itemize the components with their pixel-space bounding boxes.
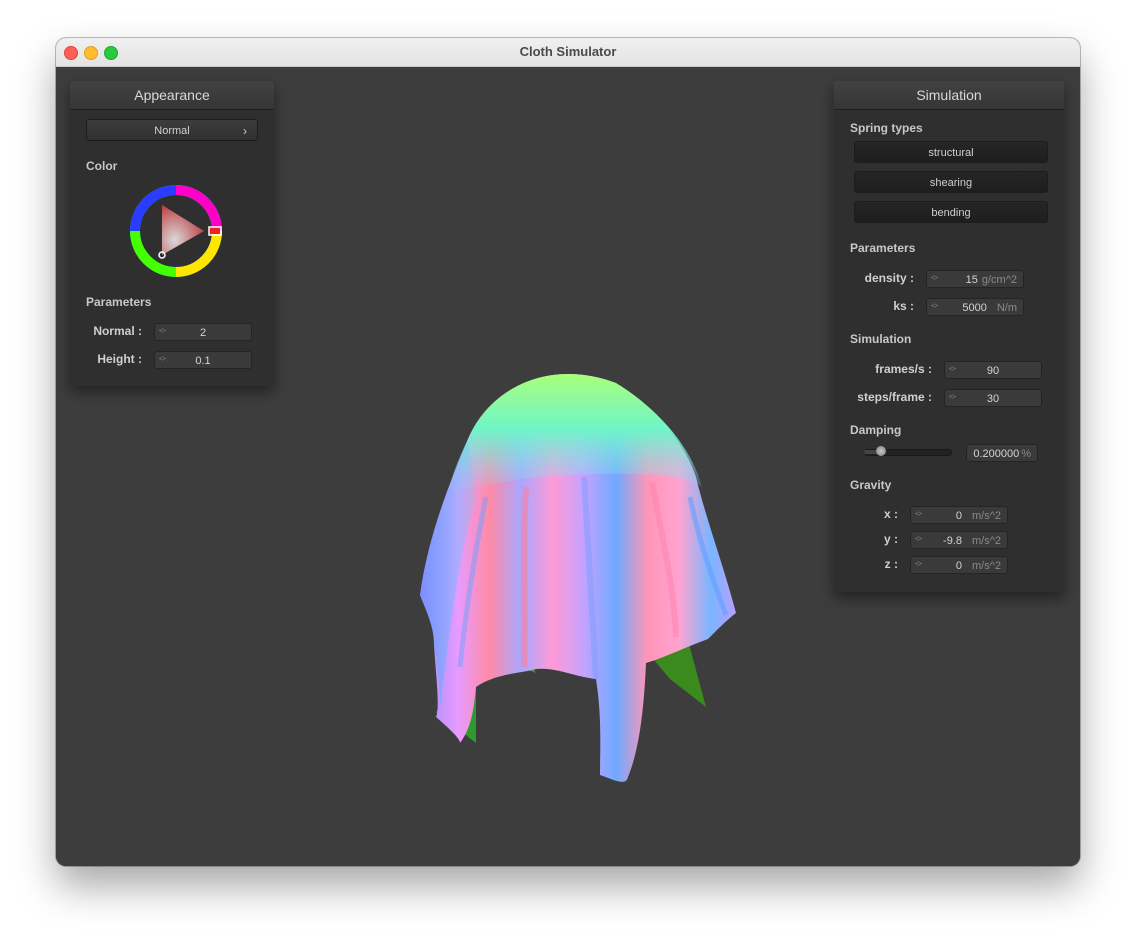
gravity-y-input[interactable]: ︿ ﹀ -9.8 m/s^2 <box>910 531 1008 549</box>
normal-input[interactable]: ︿ ﹀ 2 <box>154 323 252 341</box>
spring-types-label: Spring types <box>850 121 923 135</box>
gravity-z-unit: m/s^2 <box>972 560 1001 572</box>
color-wheel-picker[interactable] <box>128 183 224 279</box>
ks-label: ks : <box>893 299 914 313</box>
appearance-panel: Appearance Normal › Color Parameters Nor… <box>70 81 274 386</box>
density-unit: g/cm^2 <box>981 274 1017 286</box>
ks-input[interactable]: ︿ ﹀ 5000 N/m <box>926 298 1024 316</box>
render-viewport[interactable]: Appearance Normal › Color Parameters Nor… <box>56 67 1080 866</box>
chevron-right-icon: › <box>243 124 247 138</box>
gravity-z-input[interactable]: ︿ ﹀ 0 m/s^2 <box>910 556 1008 574</box>
gravity-x-value: 0 <box>955 510 962 522</box>
gravity-x-input[interactable]: ︿ ﹀ 0 m/s^2 <box>910 506 1008 524</box>
fps-input[interactable]: ︿ ﹀ 90 <box>944 361 1042 379</box>
shader-select[interactable]: Normal › <box>86 119 258 141</box>
gravity-z-label: z : <box>884 557 898 571</box>
steps-input[interactable]: ︿ ﹀ 30 <box>944 389 1042 407</box>
simulation-panel: Simulation Spring types structural shear… <box>834 81 1064 592</box>
steps-value: 30 <box>986 393 1000 405</box>
ks-value: 5000 <box>962 302 987 314</box>
stepper-icon[interactable]: ︿ ﹀ <box>931 300 938 313</box>
stepper-icon[interactable]: ︿ ﹀ <box>915 533 922 546</box>
appearance-parameters-label: Parameters <box>86 295 152 309</box>
height-label: Height : <box>97 352 142 366</box>
damping-slider[interactable] <box>864 446 952 456</box>
damping-input[interactable]: 0.200000% <box>966 444 1038 462</box>
normal-label: Normal : <box>93 324 142 338</box>
structural-spring-toggle[interactable]: structural <box>854 141 1048 163</box>
density-label: density : <box>864 271 914 285</box>
damping-value: 0.200000 <box>973 448 1020 460</box>
stepper-icon[interactable]: ︿ ﹀ <box>915 508 922 521</box>
gravity-label: Gravity <box>850 478 892 492</box>
simulation-panel-title: Simulation <box>834 81 1064 110</box>
title-bar: Cloth Simulator <box>56 38 1080 67</box>
gravity-y-unit: m/s^2 <box>972 535 1001 547</box>
gravity-y-label: y : <box>883 532 898 546</box>
height-value: 0.1 <box>195 355 211 367</box>
fps-value: 90 <box>986 365 1000 377</box>
gravity-y-value: -9.8 <box>943 535 962 547</box>
fps-label: frames/s : <box>875 362 932 376</box>
damping-slider-handle[interactable] <box>876 446 886 456</box>
gravity-x-label: x : <box>883 507 898 521</box>
stepper-icon[interactable]: ︿ ﹀ <box>915 558 922 571</box>
appearance-panel-title: Appearance <box>70 81 274 110</box>
stepper-icon[interactable]: ︿ ﹀ <box>931 272 938 285</box>
density-input[interactable]: ︿ ﹀ 15 g/cm^2 <box>926 270 1024 288</box>
steps-label: steps/frame : <box>857 390 932 404</box>
ks-unit: N/m <box>996 302 1017 314</box>
height-input[interactable]: ︿ ﹀ 0.1 <box>154 351 252 369</box>
bending-spring-toggle[interactable]: bending <box>854 201 1048 223</box>
density-value: 15 <box>965 274 978 286</box>
color-section-label: Color <box>86 159 118 173</box>
shader-select-value: Normal <box>154 125 190 137</box>
damping-unit: % <box>1021 448 1031 460</box>
shearing-spring-toggle[interactable]: shearing <box>854 171 1048 193</box>
gravity-x-unit: m/s^2 <box>972 510 1001 522</box>
app-window: Cloth Simulator Appearance Normal › Colo… <box>56 38 1080 866</box>
window-title: Cloth Simulator <box>519 44 617 59</box>
damping-label: Damping <box>850 423 902 437</box>
normal-value: 2 <box>199 327 207 339</box>
sim-simulation-label: Simulation <box>850 332 912 346</box>
gravity-z-value: 0 <box>955 560 962 572</box>
sim-parameters-label: Parameters <box>850 241 916 255</box>
